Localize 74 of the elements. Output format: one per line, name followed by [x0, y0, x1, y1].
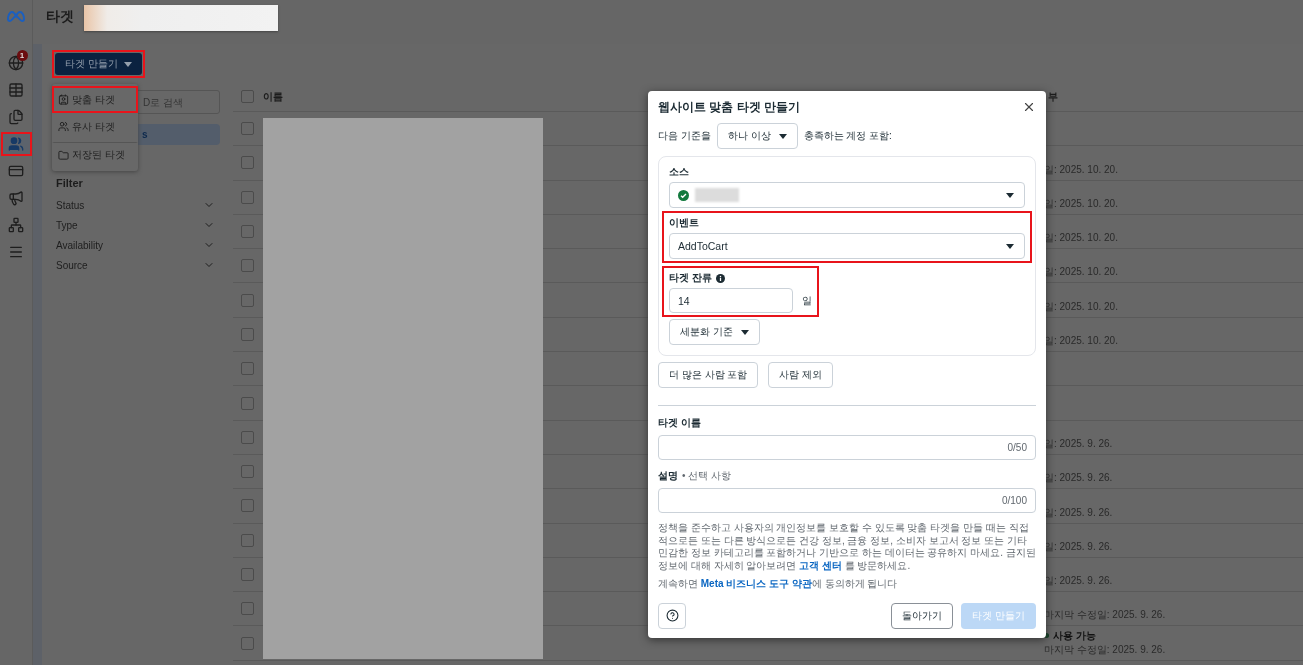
- field-label: 이벤트: [669, 216, 700, 230]
- action-button[interactable]: 사람 제외: [768, 362, 834, 388]
- field-label: 설명: [658, 469, 678, 483]
- checkbox[interactable]: [241, 533, 254, 547]
- criteria-text: 충족하는 계정 포함:: [803, 129, 892, 143]
- name-input[interactable]: 0/50: [658, 435, 1036, 460]
- people-icon: [58, 121, 69, 132]
- create-audience-button[interactable]: 타겟 만들기: [55, 53, 142, 75]
- criteria-dropdown[interactable]: 하나 이상: [716, 123, 798, 149]
- checkbox[interactable]: [241, 602, 254, 616]
- checkbox[interactable]: [241, 396, 254, 410]
- checkbox[interactable]: [241, 362, 254, 376]
- refine-dropdown[interactable]: 세분화 기준: [669, 319, 760, 345]
- menu-item[interactable]: 맞춤 타겟: [52, 86, 138, 113]
- policy-text: 정책을 준수하고 사용자의 개인정보를 보호할 수 있도록 맞춤 타겟을 만들 때는 직접적으로든 또는 다른 방식으로든 건강 정보, 금융 정보, 소비자 보고서 정보 또는 기타 민감한 정보 카테고리를 포함하거나 기반으로 하는 데이터는 공유하지 마세요. 금지된 정보에 대해 자세히 알아보려면 고객 센터 를 방문하세요.: [658, 522, 1036, 572]
- help-button[interactable]: [658, 602, 686, 629]
- dialog-title: 웹사이트 맞춤 타겟 만들기: [658, 98, 800, 116]
- menu-item[interactable]: 저장된 타겟: [52, 142, 138, 169]
- checkbox[interactable]: [241, 225, 254, 239]
- field-label: 타겟 잔류: [669, 271, 812, 285]
- checkbox[interactable]: [241, 465, 254, 479]
- checkbox[interactable]: [241, 568, 254, 581]
- retention-input[interactable]: 14: [669, 288, 793, 313]
- event-dropdown[interactable]: AddToCart: [669, 233, 1025, 259]
- caret-icon: [1006, 243, 1014, 249]
- folder-icon: [58, 149, 69, 161]
- terms-link[interactable]: Meta 비즈니스 도구 약관: [700, 578, 812, 589]
- network-icon: [8, 217, 24, 233]
- column-header[interactable]: 이름: [263, 89, 283, 104]
- source-dropdown[interactable]: [669, 182, 1025, 208]
- checkbox[interactable]: [241, 156, 254, 170]
- caret-icon: [740, 329, 749, 335]
- character-counter: 0/50: [1007, 442, 1027, 453]
- table-icon: [8, 82, 24, 98]
- globe-icon: [8, 55, 24, 71]
- checkbox[interactable]: [241, 259, 254, 273]
- description-input[interactable]: 0/100: [658, 488, 1036, 513]
- checkbox[interactable]: [241, 430, 254, 444]
- megaphone-icon: [8, 190, 24, 206]
- redacted-value: [695, 188, 739, 202]
- rail-item[interactable]: 1: [0, 51, 32, 75]
- terms-text: 계속하면 Meta 비즈니스 도구 약관에 동의하게 됩니다: [658, 578, 899, 591]
- criteria-text: 다음 기준을: [658, 129, 711, 143]
- infinity-logo-icon: [6, 10, 26, 22]
- optional-text: • 선택 사항: [682, 469, 732, 483]
- checkbox[interactable]: [241, 293, 254, 307]
- checkbox[interactable]: [241, 327, 254, 341]
- character-counter: 0/100: [1001, 495, 1027, 506]
- field-label: 소스: [669, 165, 690, 179]
- info-icon: [715, 273, 725, 283]
- people-icon: [8, 136, 24, 152]
- help-icon: [665, 609, 679, 622]
- action-button[interactable]: 더 많은 사람 포함: [658, 362, 759, 388]
- menu-icon: [8, 244, 24, 260]
- caret-icon: [778, 133, 787, 139]
- pages-icon: [8, 109, 24, 125]
- notification-badge: 1: [16, 50, 28, 61]
- checkbox[interactable]: [241, 499, 254, 513]
- page-title: 타겟: [46, 8, 74, 26]
- rail-item[interactable]: [0, 132, 32, 156]
- checkbox[interactable]: [241, 190, 254, 204]
- close-icon[interactable]: [1022, 100, 1036, 114]
- caret-icon: [123, 61, 132, 67]
- checkbox[interactable]: [241, 90, 254, 103]
- back-button[interactable]: 돌아가기: [891, 602, 954, 629]
- filter-title: Filter: [56, 177, 84, 189]
- caret-icon: [1006, 192, 1014, 198]
- checkbox[interactable]: [241, 122, 254, 136]
- help-center-link[interactable]: 고객 센터: [799, 559, 842, 571]
- credit-card-icon: [8, 163, 24, 179]
- field-label: 타겟 이름: [658, 416, 702, 430]
- unit-text: 일: [802, 293, 812, 308]
- checkbox[interactable]: [241, 636, 254, 650]
- contact-card-icon: [58, 94, 69, 105]
